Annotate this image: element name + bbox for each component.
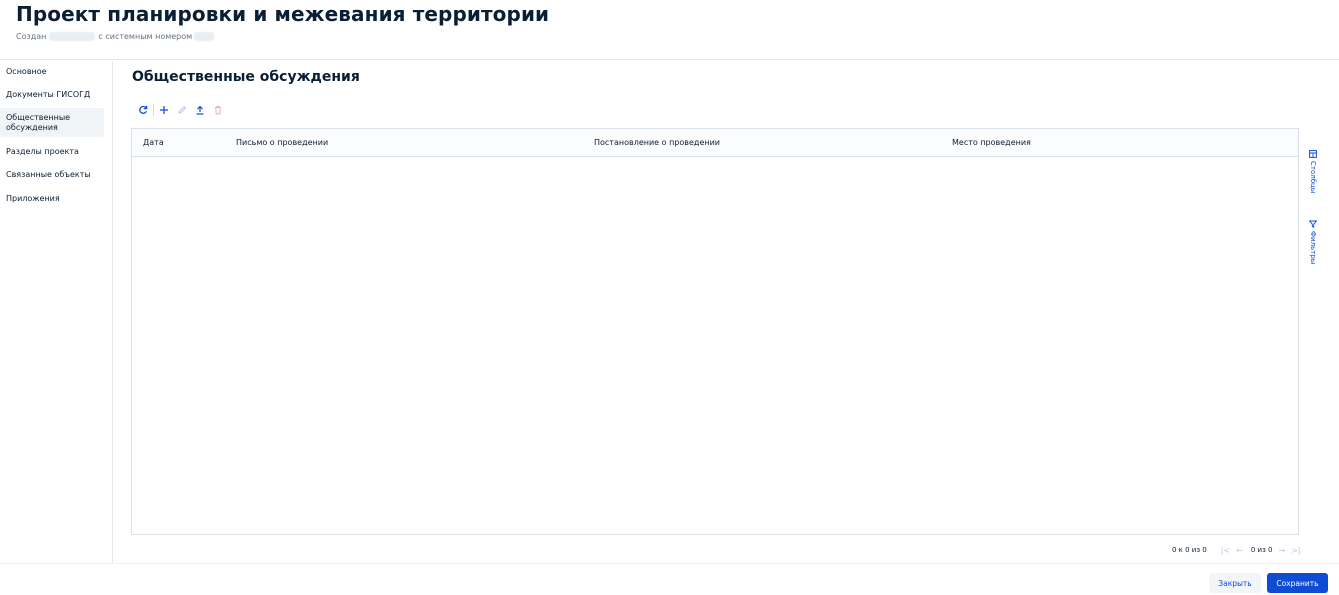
system-number-label: с системным номером	[98, 32, 193, 41]
sidebar-item-label: Приложения	[6, 194, 60, 203]
refresh-button[interactable]	[134, 102, 152, 118]
pager-page: 0 из 0	[1250, 546, 1273, 554]
sidebar-item-project-sections[interactable]: Разделы проекта	[0, 147, 112, 159]
columns-icon	[1309, 150, 1317, 158]
upload-button[interactable]	[191, 102, 209, 118]
form-footer: Закрыть Сохранить	[0, 563, 1339, 595]
edit-button[interactable]	[173, 102, 191, 118]
pager-range: 0 к 0 из 0	[1172, 546, 1207, 554]
created-label: Создан	[16, 32, 47, 41]
sidebar-item-label: Документы ГИСОГД	[6, 90, 91, 99]
sidebar-nav: Основное Документы ГИСОГД Общественные о…	[0, 61, 113, 563]
delete-button[interactable]	[209, 102, 227, 118]
refresh-icon	[139, 105, 148, 114]
discussions-table: Дата Письмо о проведении Постановление о…	[131, 128, 1299, 535]
sidebar-item-attachments[interactable]: Приложения	[0, 194, 112, 206]
column-header-letter[interactable]: Письмо о проведении	[236, 138, 328, 147]
column-header-resolution[interactable]: Постановление о проведении	[594, 138, 720, 147]
close-button[interactable]: Закрыть	[1209, 573, 1261, 593]
sidebar-item-gisogd-documents[interactable]: Документы ГИСОГД	[0, 90, 112, 102]
prev-page-icon[interactable]: ←	[1236, 546, 1243, 555]
save-button[interactable]: Сохранить	[1267, 573, 1328, 593]
sidebar-item-label: Общественные обсуждения	[6, 113, 71, 132]
column-header-venue[interactable]: Место проведения	[952, 138, 1031, 147]
column-header-date[interactable]: Дата	[143, 138, 164, 147]
section-title: Общественные обсуждения	[132, 69, 360, 85]
columns-tab-label: Столбцы	[1309, 161, 1317, 194]
sidebar-item-label: Разделы проекта	[6, 147, 79, 156]
add-button[interactable]	[155, 102, 173, 118]
first-page-icon[interactable]: |<	[1221, 546, 1230, 555]
columns-panel-tab[interactable]: Столбцы	[1302, 150, 1324, 193]
created-value-redacted	[49, 32, 96, 41]
table-header: Дата Письмо о проведении Постановление о…	[132, 129, 1298, 157]
trash-icon	[215, 105, 221, 115]
filters-panel-tab[interactable]: Фильтры	[1302, 220, 1324, 264]
plus-icon	[160, 106, 168, 114]
grid-toolbar	[134, 102, 227, 118]
page-header: Проект планировки и межевания территории…	[0, 0, 1339, 60]
sidebar-item-osnovnoe[interactable]: Основное	[0, 67, 112, 79]
system-number-value-redacted	[194, 32, 215, 41]
sidebar-item-label: Основное	[6, 67, 47, 76]
sidebar-item-label: Связанные объекты	[6, 170, 91, 179]
sidebar-item-public-discussions[interactable]: Общественные обсуждения	[0, 108, 104, 137]
pagination: 0 к 0 из 0 |< ← 0 из 0 → >|	[1172, 544, 1301, 556]
page-title: Проект планировки и межевания территории	[16, 2, 550, 26]
filter-icon	[1309, 220, 1317, 228]
toolbar-divider	[153, 104, 154, 116]
upload-icon	[196, 105, 204, 115]
record-subtitle: Создан с системным номером	[16, 32, 215, 41]
pencil-icon	[178, 105, 187, 114]
last-page-icon[interactable]: >|	[1291, 546, 1300, 555]
table-body	[132, 158, 1298, 534]
sidebar-item-related-objects[interactable]: Связанные объекты	[0, 170, 112, 182]
next-page-icon[interactable]: →	[1279, 546, 1286, 555]
filters-tab-label: Фильтры	[1309, 231, 1317, 265]
